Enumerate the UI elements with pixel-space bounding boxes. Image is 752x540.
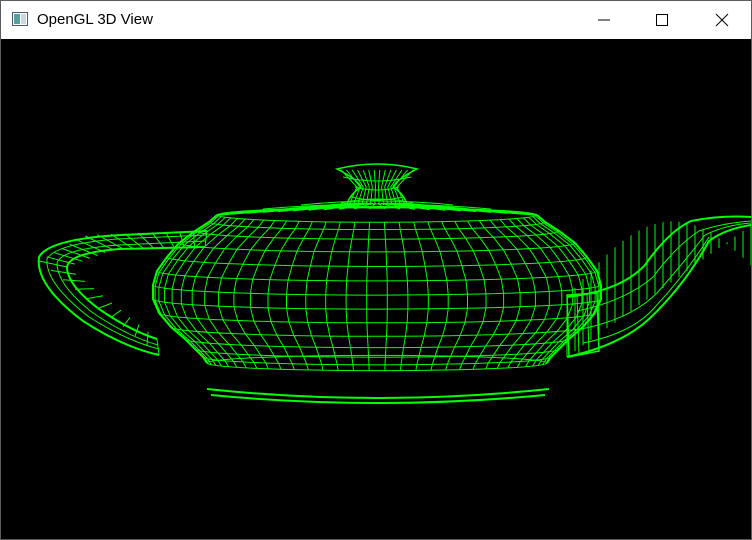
opengl-viewport[interactable] <box>1 39 751 539</box>
handle-section <box>110 309 122 318</box>
handle-section <box>151 232 165 249</box>
body-meridian <box>325 221 341 371</box>
handle-section <box>110 233 134 250</box>
handle-section <box>62 279 86 282</box>
body-meridian <box>366 222 371 371</box>
body-ring <box>152 298 602 310</box>
maximize-button[interactable] <box>633 1 691 39</box>
teapot-wireframe <box>1 39 751 539</box>
base-rim <box>206 388 550 399</box>
body-meridian <box>441 221 468 371</box>
body-meridian <box>413 221 429 371</box>
body-meridian <box>427 221 449 371</box>
base-rim <box>210 394 546 404</box>
body-ring <box>156 270 598 282</box>
handle-section <box>146 331 149 346</box>
body-meridian <box>398 222 409 371</box>
minimize-icon <box>598 19 610 21</box>
handle-section <box>38 260 68 268</box>
spout-collar <box>576 294 580 356</box>
handle-section <box>165 232 175 248</box>
handle-section <box>74 288 95 290</box>
close-button[interactable] <box>693 1 751 39</box>
body-ring <box>158 312 596 324</box>
handle-section <box>156 338 160 356</box>
minimize-button[interactable] <box>575 1 633 39</box>
application-window: OpenGL 3D View <box>0 0 752 540</box>
body-ring <box>202 356 552 366</box>
handle-section <box>50 269 77 275</box>
close-icon <box>715 13 729 27</box>
body-meridian <box>305 221 327 371</box>
body-meridian <box>286 221 313 371</box>
window-title: OpenGL 3D View <box>37 11 153 28</box>
body-meridian <box>345 222 356 371</box>
handle-section <box>98 302 113 309</box>
body-meridian <box>454 221 487 370</box>
body-ring <box>206 362 548 372</box>
application-icon <box>12 12 28 26</box>
body-meridian <box>383 222 388 371</box>
body-meridian <box>267 221 300 370</box>
handle-section <box>86 295 104 300</box>
body-ring <box>206 354 548 364</box>
body-ring <box>216 214 538 223</box>
maximize-icon <box>656 14 668 26</box>
title-bar[interactable]: OpenGL 3D View <box>1 1 751 39</box>
handle-section <box>84 235 114 251</box>
